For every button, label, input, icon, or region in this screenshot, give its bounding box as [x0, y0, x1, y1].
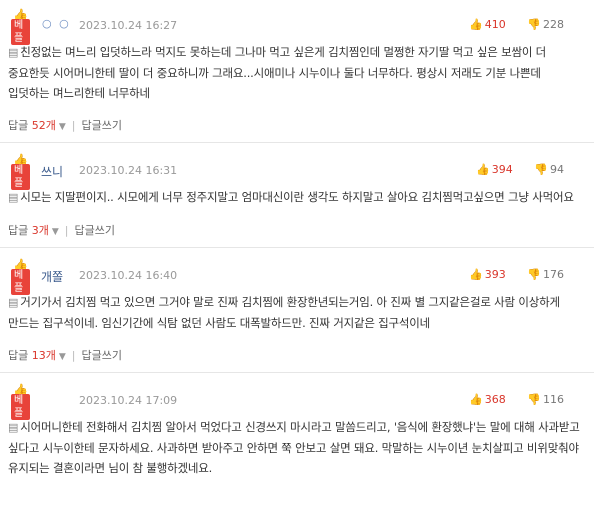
chevron-down-icon: ▼	[58, 122, 66, 132]
downvote-button[interactable]: 👎 116	[527, 393, 564, 406]
comment-body: ▤ 거기가서 김치찜 먹고 있으면 그거야 말로 진짜 김치찜에 환장한년되는거임…	[4, 284, 594, 333]
comment-author[interactable]: 쓰니	[41, 163, 63, 180]
write-reply-button[interactable]: 답글쓰기	[75, 224, 115, 237]
reply-toggle[interactable]: 답글 3개 ▼	[8, 224, 59, 237]
document-icon: ▤	[8, 296, 19, 309]
reply-count: 13개	[31, 349, 56, 362]
downvote-count: 228	[543, 18, 564, 31]
upvote-button[interactable]: 👍 394	[476, 163, 513, 176]
comment-text: 거기가서 김치찜 먹고 있으면 그거야 말로 진짜 김치찜에 환장한년되는거임.…	[8, 295, 560, 330]
write-reply-button[interactable]: 답글쓰기	[82, 349, 122, 362]
comment-date: 2023.10.24 17:09	[79, 394, 178, 407]
reply-label: 답글	[8, 349, 29, 362]
thumbs-down-icon: 👎	[534, 163, 548, 176]
divider: |	[71, 349, 76, 362]
best-label: 베플	[11, 164, 30, 190]
reply-toggle[interactable]: 답글 13개 ▼	[8, 349, 66, 362]
reply-label: 답글	[8, 224, 29, 237]
thumbs-up-icon: 👍	[469, 18, 483, 31]
upvote-count: 394	[491, 163, 513, 176]
thumbs-up-icon: 👍	[469, 393, 483, 406]
divider: |	[71, 119, 76, 132]
comment-body: ▤ 친정없는 며느리 입덧하느라 먹지도 못하는데 그나마 먹고 싶은게 김치찜인…	[4, 34, 594, 103]
comment-item: 👍 베플 개쫄 2023.10.24 16:40 👍 393 👎 176 ▤ 거기가서…	[0, 248, 594, 373]
upvote-count: 368	[484, 393, 506, 406]
downvote-count: 116	[543, 393, 564, 406]
upvote-count: 393	[484, 268, 506, 281]
best-label: 베플	[11, 19, 30, 45]
comment-date: 2023.10.24 16:40	[79, 269, 178, 282]
comment-list: 👍 베플 ○ ○ 2023.10.24 16:27 👍 410 👎 228 ▤ 친정없…	[0, 0, 594, 487]
downvote-button[interactable]: 👎 176	[527, 268, 564, 281]
document-icon: ▤	[8, 191, 19, 204]
best-comment-badge: 👍 베플	[8, 153, 30, 190]
thumbs-down-icon: 👎	[527, 18, 541, 31]
upvote-button[interactable]: 👍 368	[469, 393, 506, 406]
upvote-button[interactable]: 👍 393	[469, 268, 506, 281]
document-icon: ▤	[8, 46, 19, 59]
comment-author[interactable]: ○ ○	[42, 17, 71, 30]
reply-toggle[interactable]: 답글 52개 ▼	[8, 119, 66, 132]
best-comment-badge: 👍 베플	[8, 383, 30, 420]
reply-count: 3개	[31, 224, 49, 237]
thumbs-down-icon: 👎	[527, 268, 541, 281]
comment-text: 시어머니한테 전화해서 김치찜 알아서 먹었다고 신경쓰지 마시라고 말씀드리고…	[8, 420, 580, 475]
comment-body: ▤ 시어머니한테 전화해서 김치찜 알아서 먹었다고 신경쓰지 마시라고 말씀드리…	[4, 409, 594, 478]
thumbs-down-icon: 👎	[527, 393, 541, 406]
downvote-button[interactable]: 👎 228	[527, 18, 564, 31]
comment-body: ▤ 시모는 지딸편이지.. 시모에게 너무 정주지말고 엄마대신이란 생각도 하지…	[4, 179, 594, 208]
upvote-button[interactable]: 👍 410	[469, 18, 506, 31]
chevron-down-icon: ▼	[58, 352, 66, 362]
comment-date: 2023.10.24 16:31	[79, 164, 178, 177]
chevron-down-icon: ▼	[51, 227, 59, 237]
reply-count: 52개	[31, 119, 56, 132]
comment-text: 친정없는 며느리 입덧하느라 먹지도 못하는데 그나마 먹고 싶은게 김치찜인데…	[8, 45, 547, 100]
downvote-button[interactable]: 👎 94	[534, 163, 564, 176]
comment-author[interactable]: 개쫄	[41, 268, 63, 285]
write-reply-button[interactable]: 답글쓰기	[82, 119, 122, 132]
document-icon: ▤	[8, 421, 19, 434]
best-label: 베플	[11, 394, 30, 420]
best-label: 베플	[11, 269, 30, 295]
divider: |	[64, 224, 69, 237]
comment-text: 시모는 지딸편이지.. 시모에게 너무 정주지말고 엄마대신이란 생각도 하지말…	[20, 190, 574, 204]
thumbs-up-icon: 👍	[469, 268, 483, 281]
comment-item: 👍 베플 ○ ○ 2023.10.24 16:27 👍 410 👎 228 ▤ 친정없…	[0, 0, 594, 143]
downvote-count: 94	[550, 163, 564, 176]
reply-label: 답글	[8, 119, 29, 132]
thumbs-up-icon: 👍	[476, 163, 490, 176]
best-comment-badge: 👍 베플	[8, 8, 30, 45]
best-comment-badge: 👍 베플	[8, 258, 30, 295]
comment-date: 2023.10.24 16:27	[79, 19, 178, 32]
downvote-count: 176	[543, 268, 564, 281]
comment-item: 👍 베플 쓰니 2023.10.24 16:31 👍 394 👎 94 ▤ 시모는 지…	[0, 143, 594, 248]
comment-item: 👍 베플 2023.10.24 17:09 👍 368 👎 116 ▤ 시어머니한테 …	[0, 373, 594, 487]
upvote-count: 410	[484, 18, 506, 31]
